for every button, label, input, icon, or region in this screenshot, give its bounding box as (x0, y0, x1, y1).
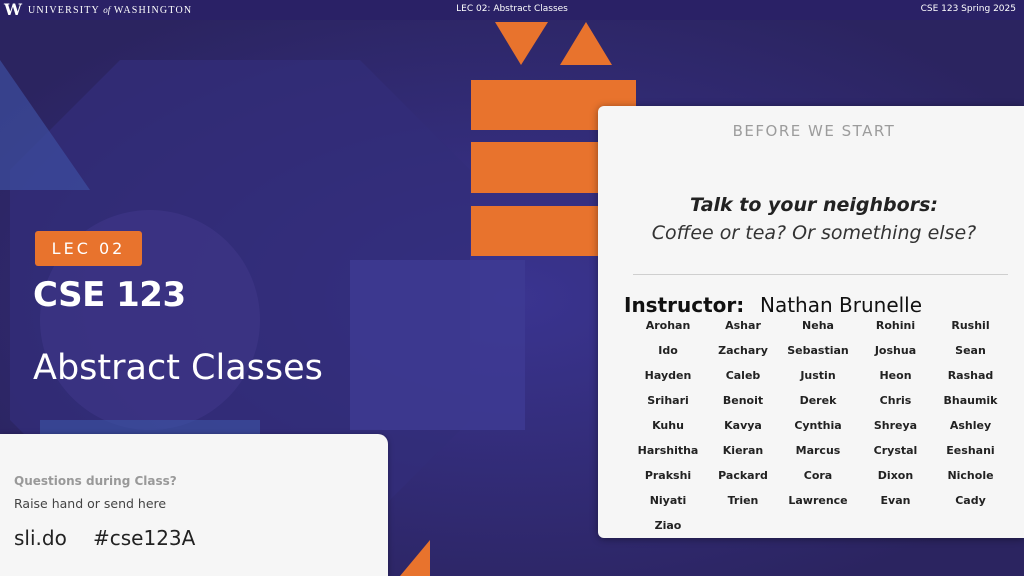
top-bar: W UNIVERSITY of WASHINGTON LEC 02: Abstr… (0, 0, 1024, 20)
before-start-card: BEFORE WE START Talk to your neighbors: … (598, 106, 1024, 538)
ta-name: Cynthia (794, 419, 842, 432)
ta-name: Chris (879, 394, 912, 407)
ta-name: Joshua (874, 344, 917, 357)
slido-link[interactable]: sli.do (14, 526, 67, 550)
ta-name: Sebastian (787, 344, 849, 357)
questions-sub: Raise hand or send here (14, 496, 167, 511)
ta-name: Rohini (875, 319, 916, 332)
before-start-heading: BEFORE WE START (732, 122, 896, 140)
instructor-label: Instructor: (624, 293, 745, 317)
ta-name: Kavya (724, 419, 762, 432)
ta-name: Marcus (795, 444, 841, 457)
ta-name: Zachary (718, 344, 768, 357)
ta-name: Dixon (877, 469, 914, 482)
instructor-name: Nathan Brunelle (760, 293, 923, 317)
lecture-header: LEC 02: Abstract Classes (456, 4, 568, 14)
ta-name: Rushil (951, 319, 990, 332)
ta-list: Arohan Ashar Neha Rohini Rushil Ido Zachary Seb… (628, 317, 1024, 534)
divider (633, 274, 1008, 275)
ta-name: Heon (879, 369, 912, 382)
course-term: CSE 123 Spring 2025 (920, 4, 1016, 14)
ta-name: Ido (658, 344, 678, 357)
ta-name: Cady (955, 494, 986, 507)
ta-name: Evan (880, 494, 911, 507)
ta-name: Prakshi (644, 469, 692, 482)
ta-name: Niyati (649, 494, 687, 507)
lecture-title: Abstract Classes (33, 348, 323, 388)
course-title: CSE 123 (33, 275, 186, 315)
ta-name: Srihari (647, 394, 689, 407)
ta-name: Crystal (873, 444, 918, 457)
ta-name: Kuhu (652, 419, 684, 432)
ta-name: Lawrence (788, 494, 848, 507)
ta-name: Packard (718, 469, 768, 482)
ta-name: Arohan (645, 319, 691, 332)
ta-name: Kieran (722, 444, 764, 457)
questions-card: Questions during Class? Raise hand or se… (0, 434, 388, 576)
ta-name: Trien (727, 494, 759, 507)
ta-name: Ashley (949, 419, 992, 432)
ta-name: Derek (799, 394, 837, 407)
ta-name: Neha (802, 319, 834, 332)
lecture-number-badge: LEC 02 (35, 231, 142, 266)
ta-name: Benoit (722, 394, 764, 407)
ta-name: Ashar (725, 319, 761, 332)
ta-name: Hayden (644, 369, 692, 382)
ta-name: Ziao (654, 519, 682, 532)
ta-name: Eeshani (946, 444, 995, 457)
ta-name: Shreya (873, 419, 918, 432)
coffee-prompt: Coffee or tea? Or something else? (651, 222, 977, 244)
ta-name: Sean (955, 344, 986, 357)
ta-name: Nichole (947, 469, 994, 482)
ta-name: Bhaumik (943, 394, 998, 407)
ta-name: Justin (800, 369, 836, 382)
ta-name: Rashad (947, 369, 994, 382)
ta-name: Harshitha (637, 444, 699, 457)
ta-name: Cora (803, 469, 833, 482)
questions-label: Questions during Class? (14, 474, 177, 488)
slido-code: #cse123A (93, 526, 196, 550)
ta-name: Caleb (725, 369, 761, 382)
talk-prompt: Talk to your neighbors: (690, 194, 938, 216)
